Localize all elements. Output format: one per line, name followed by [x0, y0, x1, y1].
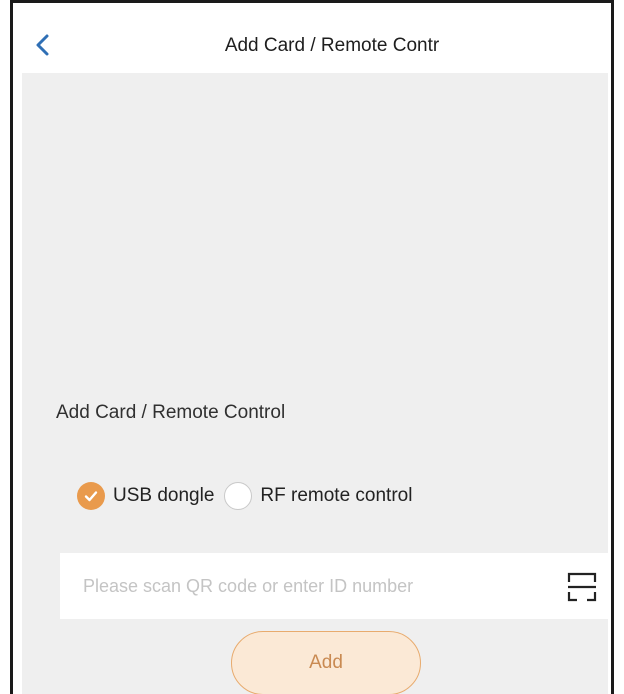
id-input-row — [60, 553, 611, 619]
scan-qr-button[interactable] — [566, 571, 598, 603]
radio-unchecked-icon — [224, 482, 253, 510]
id-number-input[interactable] — [81, 574, 545, 598]
radio-checked-icon — [77, 482, 105, 510]
radio-usb-dongle-label: USB dongle — [113, 485, 215, 506]
app-screen: Add Card / Remote Contr Add Card / Remot… — [10, 0, 614, 694]
content-area: Add Card / Remote Control USB dongle RF … — [22, 73, 611, 694]
page-title: Add Card / Remote Contr — [224, 35, 440, 56]
scan-icon — [567, 572, 597, 602]
radio-rf-remote-control[interactable]: RF remote control — [224, 482, 412, 510]
page-title-wrap: Add Card / Remote Contr — [13, 35, 611, 57]
section-label: Add Card / Remote Control — [56, 402, 286, 423]
connection-type-radio-group: USB dongle RF remote control — [77, 481, 412, 511]
header: Add Card / Remote Contr — [13, 3, 611, 73]
radio-usb-dongle[interactable]: USB dongle — [77, 482, 214, 510]
radio-rf-remote-control-label: RF remote control — [260, 485, 413, 506]
add-button[interactable]: Add — [231, 631, 421, 694]
